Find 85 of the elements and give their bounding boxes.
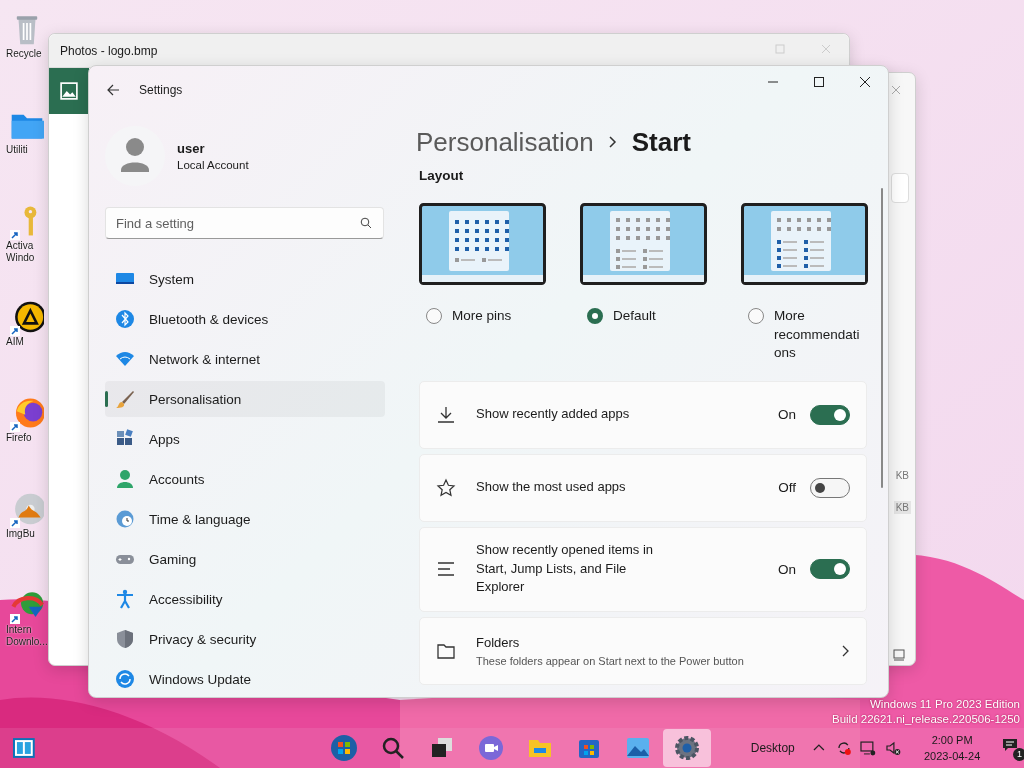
sync-icon[interactable] <box>835 740 852 756</box>
file-size-text: KB <box>893 501 911 514</box>
star-icon <box>436 477 456 498</box>
desktop-icon-label[interactable]: Intern Downlo... <box>6 624 48 648</box>
radio-button[interactable] <box>426 308 442 324</box>
notification-count: 1 <box>1013 748 1024 761</box>
chevron-icon <box>607 135 618 149</box>
toggle-switch[interactable] <box>810 404 850 425</box>
start-orb-icon <box>329 734 358 762</box>
accessibility-icon <box>115 589 135 609</box>
network-icon[interactable] <box>860 740 877 756</box>
setting-label: Show the most used apps <box>476 478 627 497</box>
desktop-icon-label[interactable]: Utiliti <box>6 144 28 156</box>
clock-time: 2:00 PM <box>931 733 973 748</box>
scrollbar[interactable] <box>881 188 883 488</box>
user-name: user <box>177 141 206 156</box>
desktop-icon-label[interactable]: Firefo <box>6 432 32 444</box>
file-size-text: KB <box>894 469 910 482</box>
layout-preview-drawing[interactable] <box>741 203 868 285</box>
search-icon[interactable] <box>360 217 372 229</box>
window-title: Settings <box>139 83 183 97</box>
nav-item[interactable]: Accounts <box>105 461 385 497</box>
widgets-icon[interactable] <box>12 736 36 760</box>
radio-option[interactable]: Default <box>587 308 707 326</box>
nav-item[interactable]: Bluetooth & devices <box>105 301 385 337</box>
notification-icon[interactable] <box>1002 737 1019 753</box>
edition-text: Build 22621.ni_release.220506-1250 <box>832 712 1020 727</box>
chevron-icon <box>840 643 850 658</box>
settings-icon <box>672 734 701 762</box>
privacy-icon <box>115 629 135 649</box>
radio-label: More pins <box>452 307 513 325</box>
time-icon <box>115 509 135 529</box>
camera-icon <box>476 734 505 762</box>
edition-text: Windows 11 Pro 2023 Edition <box>870 697 1020 712</box>
nav-item[interactable]: Apps <box>105 421 385 457</box>
account-type: Local Account <box>177 159 249 171</box>
layout-preview-drawing[interactable] <box>419 203 546 285</box>
back-arrow-icon[interactable] <box>106 83 120 97</box>
radio-button[interactable] <box>748 308 764 324</box>
section-heading: Layout <box>419 168 465 183</box>
setting-label: Show recently opened items in Start, Jump Lists, and File Explorer <box>476 541 655 597</box>
nav-item[interactable]: Gaming <box>105 541 385 577</box>
desktop-toolbar-label[interactable]: Desktop <box>750 741 795 755</box>
setting-label: Show recently added apps <box>476 405 631 424</box>
nav-item[interactable]: Network & internet <box>105 341 385 377</box>
setting-label: Folders <box>476 634 521 653</box>
breadcrumb-link[interactable]: Personalisation <box>416 126 594 158</box>
page-title: Start <box>631 126 692 158</box>
clock[interactable]: 2:00 PM 2023-04-24 <box>924 732 981 764</box>
toggle-switch[interactable] <box>810 477 850 498</box>
nav-item[interactable]: Windows Update <box>105 661 385 697</box>
nav-item[interactable]: Time & language <box>105 501 385 537</box>
radio-option[interactable]: More pins <box>426 308 546 326</box>
accounts-icon <box>115 469 135 489</box>
desktop-icon-label[interactable]: ImgBu <box>6 528 35 540</box>
toggle-state: Off <box>778 480 796 495</box>
search-field[interactable]: Find a setting <box>105 207 384 239</box>
desktop-icon-label[interactable]: Recycle <box>6 48 42 60</box>
clock-date: 2023-04-24 <box>924 749 981 764</box>
speaker-muted-icon[interactable] <box>885 740 901 756</box>
nav-item[interactable]: Privacy & security <box>105 621 385 657</box>
nav-item[interactable]: Personalisation <box>105 381 385 417</box>
window-title: Photos - logo.bmp <box>60 43 158 58</box>
picture-icon[interactable] <box>60 82 78 100</box>
bluetooth-icon <box>115 309 135 329</box>
toggle-switch[interactable] <box>810 559 850 579</box>
layout-preview-drawing[interactable] <box>580 203 707 285</box>
desktop-icon-label[interactable]: AIM <box>6 336 24 348</box>
radio-label: Default <box>613 307 657 325</box>
toggle-state: On <box>778 407 796 422</box>
radio-label: More recommendations <box>774 307 861 362</box>
toggle-state: On <box>778 561 796 577</box>
list-icon <box>436 559 456 579</box>
nav-item[interactable]: Accessibility <box>105 581 385 617</box>
download-icon <box>436 404 456 425</box>
update-icon <box>115 669 135 689</box>
nav-item[interactable]: System <box>105 261 385 297</box>
setting-card[interactable]: Folders These folders appear on Start next to the Power button <box>419 616 867 685</box>
radio-option[interactable]: More recommendations <box>748 308 868 363</box>
radio-button[interactable] <box>587 308 603 324</box>
setting-description: These folders appear on Start next to the Power button <box>476 654 745 667</box>
window-icon[interactable] <box>893 649 905 661</box>
desktop-icon-label[interactable]: Activa Windo <box>6 240 35 264</box>
brush-icon <box>115 389 135 409</box>
input-field[interactable] <box>891 173 909 203</box>
